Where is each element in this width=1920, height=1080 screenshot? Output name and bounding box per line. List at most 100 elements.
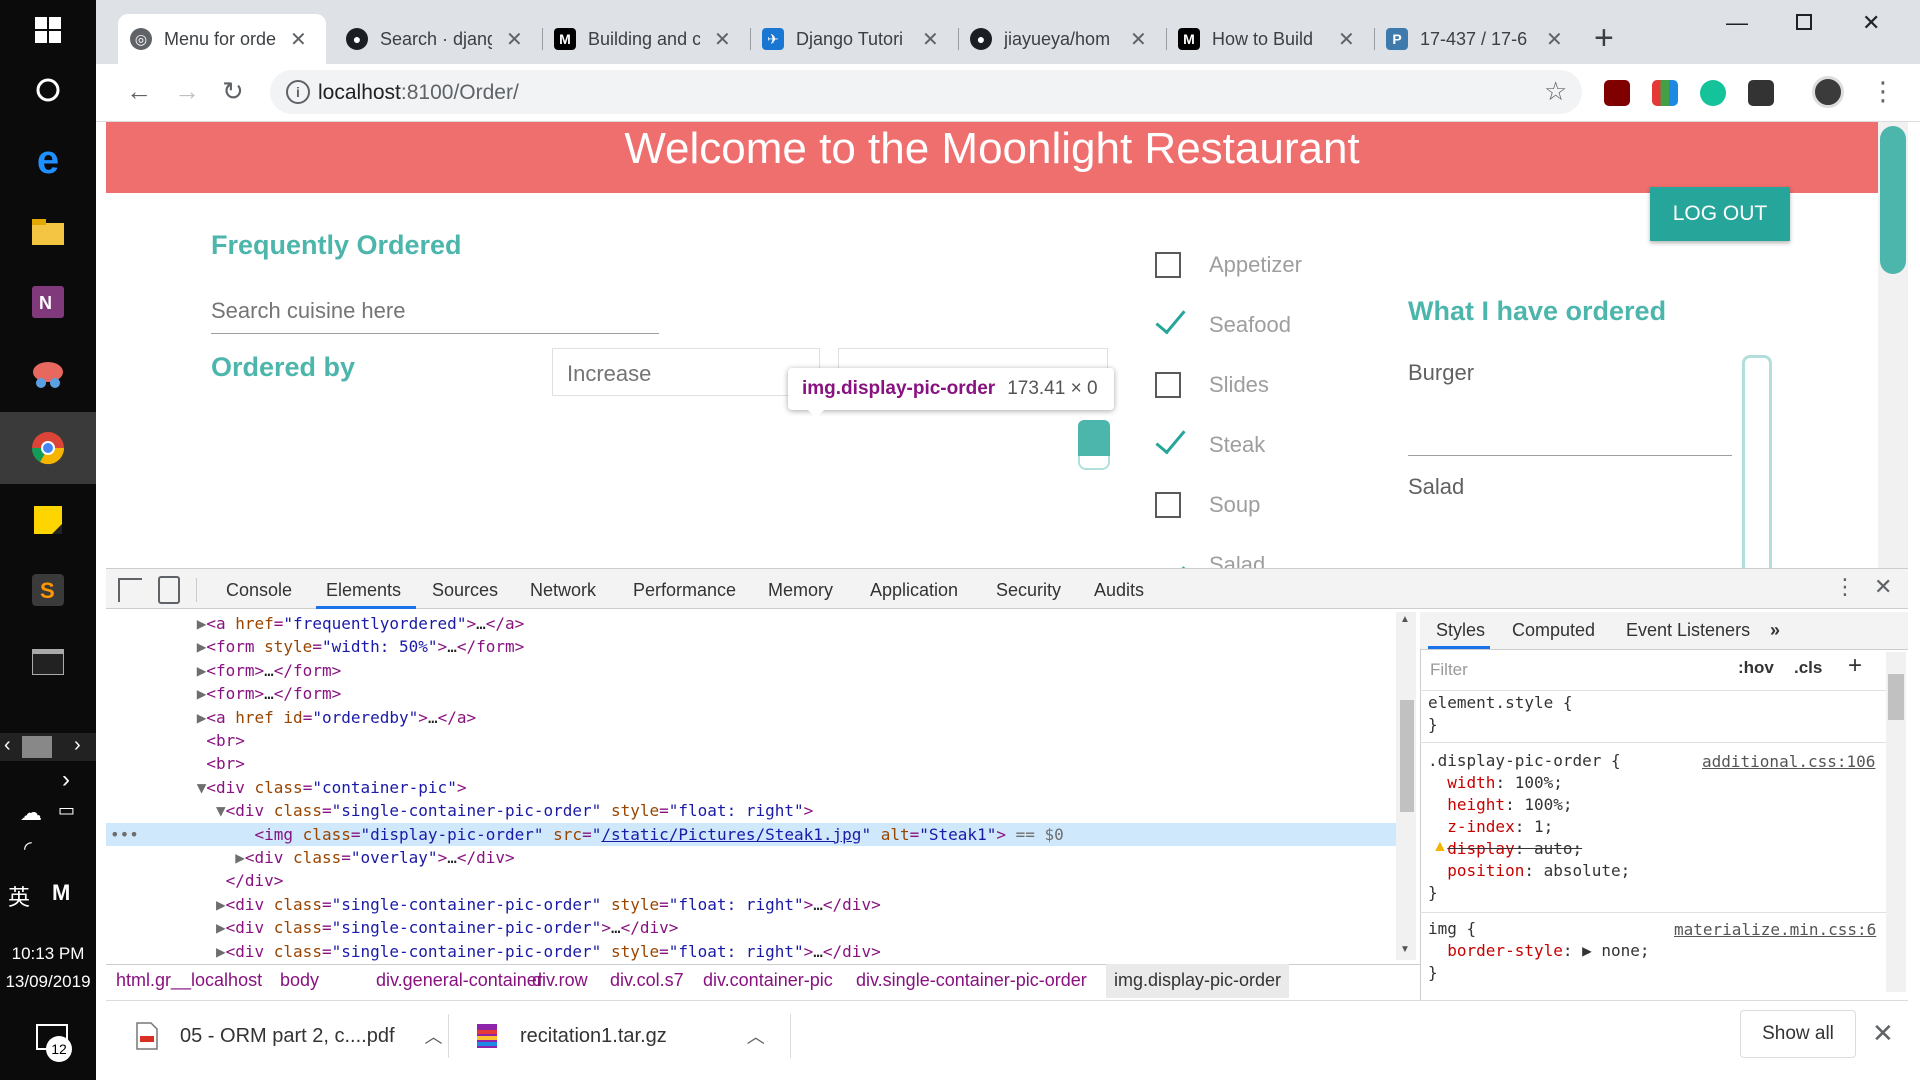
wifi-icon[interactable]: ◜ xyxy=(24,836,32,861)
dom-tree[interactable]: ▶<a href="frequentlyordered">…</a> ▶<for… xyxy=(110,612,1064,963)
chevron-up-icon[interactable]: ︿ xyxy=(425,1023,443,1049)
close-tab-icon[interactable]: ✕ xyxy=(1130,27,1147,52)
breadcrumb-item[interactable]: html.gr__localhost xyxy=(116,970,262,991)
breadcrumb-item[interactable]: div.general-container xyxy=(376,970,543,991)
dom-node[interactable]: ▼<div class="container-pic"> xyxy=(110,778,467,797)
scroll-left-icon[interactable]: ‹ xyxy=(4,734,11,757)
css-prop-value[interactable]: none; xyxy=(1601,941,1649,960)
checkbox-unchecked[interactable] xyxy=(1155,252,1181,278)
window-close-icon[interactable]: ✕ xyxy=(1862,10,1880,36)
reload-icon[interactable]: ↻ xyxy=(222,76,244,107)
ublock-icon[interactable] xyxy=(1604,80,1630,106)
tab-styles[interactable]: Styles xyxy=(1436,620,1485,641)
devtools-close-icon[interactable]: ✕ xyxy=(1874,574,1892,600)
css-prop-name[interactable]: border-style xyxy=(1447,941,1563,960)
onenote-icon[interactable]: N xyxy=(20,274,76,330)
frequently-ordered-link[interactable]: Frequently Ordered xyxy=(211,230,462,261)
chrome-icon[interactable] xyxy=(20,420,76,476)
page-scrollbar-thumb[interactable] xyxy=(1880,126,1906,274)
ime-indicator[interactable]: 英 xyxy=(8,880,30,912)
taskbar-clock[interactable]: 10:13 PM 13/09/2019 xyxy=(0,940,96,996)
inspect-element-icon[interactable] xyxy=(118,578,142,602)
windows-start-icon[interactable] xyxy=(20,2,76,58)
device-toolbar-icon[interactable] xyxy=(158,576,180,604)
dom-node[interactable]: ▶<div class="single-container-pic-order"… xyxy=(110,895,881,914)
forward-arrow-icon[interactable]: → xyxy=(174,76,200,107)
taskbar-scroll[interactable]: ‹ › xyxy=(0,733,96,761)
breadcrumb-item[interactable]: div.col.s7 xyxy=(610,970,684,991)
close-tab-icon[interactable]: ✕ xyxy=(1338,27,1355,52)
ordered-by-link[interactable]: Ordered by xyxy=(211,352,355,383)
tab-audits[interactable]: Audits xyxy=(1094,580,1144,601)
breadcrumb-item[interactable]: div.single-container-pic-order xyxy=(856,970,1087,991)
order-direction-select[interactable]: Increase xyxy=(552,348,820,396)
css-prop-value-overridden[interactable]: auto; xyxy=(1534,839,1582,858)
css-prop-value[interactable]: absolute; xyxy=(1544,861,1631,880)
rule-source-link[interactable]: materialize.min.css:6 xyxy=(1674,920,1876,939)
tab-elements[interactable]: Elements xyxy=(326,580,401,601)
css-prop-value[interactable]: 1; xyxy=(1534,817,1553,836)
styles-scrollbar-thumb[interactable] xyxy=(1888,674,1904,720)
profile-avatar[interactable] xyxy=(1812,76,1844,108)
tab-computed[interactable]: Computed xyxy=(1512,620,1595,641)
scroll-thumb[interactable] xyxy=(22,736,52,758)
dom-node[interactable]: </div> xyxy=(110,871,284,890)
dom-node[interactable]: ▶<div class="overlay">…</div> xyxy=(110,848,514,867)
close-tab-icon[interactable]: ✕ xyxy=(714,27,731,52)
sticky-notes-icon[interactable] xyxy=(20,492,76,548)
search-input[interactable] xyxy=(211,288,659,334)
download-item-pdf[interactable]: 05 - ORM part 2, c....pdf ︿ xyxy=(136,1010,443,1062)
tab-application[interactable]: Application xyxy=(870,580,958,601)
dom-node[interactable]: ▶<form>…</form> xyxy=(110,684,342,703)
rule-source-link[interactable]: additional.css:106 xyxy=(1702,752,1875,771)
dom-node[interactable]: ▼<div class="single-container-pic-order"… xyxy=(110,801,813,820)
css-prop-value[interactable]: 100%; xyxy=(1524,795,1572,814)
onedrive-icon[interactable]: ☁ xyxy=(20,800,42,826)
close-downloads-icon[interactable]: ✕ xyxy=(1872,1018,1894,1049)
file-explorer-icon[interactable] xyxy=(20,204,76,260)
dom-node[interactable]: ▶<a href id="orderedby">…</a> xyxy=(110,708,476,727)
dom-node[interactable]: ▶<a href="frequentlyordered">…</a> xyxy=(110,614,525,633)
grammarly-icon[interactable] xyxy=(1700,80,1726,106)
cortana-icon[interactable] xyxy=(20,62,76,118)
new-tab-plus-icon[interactable]: + xyxy=(1594,18,1614,58)
tab-building[interactable]: M Building and c ✕ xyxy=(542,14,750,64)
tab-security[interactable]: Security xyxy=(996,580,1061,601)
checkbox-unchecked[interactable] xyxy=(1155,372,1181,398)
dom-node[interactable]: <br> xyxy=(110,731,245,750)
ordered-list-scrollbar[interactable] xyxy=(1742,355,1772,575)
tab-sources[interactable]: Sources xyxy=(432,580,498,601)
scroll-down-icon[interactable]: ▼ xyxy=(1400,944,1410,955)
tab-network[interactable]: Network xyxy=(530,580,596,601)
extension-x-icon[interactable] xyxy=(1748,80,1774,106)
snip-sketch-icon[interactable] xyxy=(20,346,76,402)
css-prop-name-overridden[interactable]: display xyxy=(1447,839,1514,858)
edge-icon[interactable]: e xyxy=(20,132,76,188)
tab-search-django[interactable]: ● Search · djang ✕ xyxy=(334,14,542,64)
checkbox-checked[interactable] xyxy=(1155,312,1181,338)
element-style-rule[interactable]: element.style { } xyxy=(1428,692,1573,736)
dom-node[interactable]: ▶<form style="width: 50%">…</form> xyxy=(110,637,525,656)
dom-node[interactable]: ▶<div class="single-container-pic-order"… xyxy=(110,942,881,961)
css-prop-name[interactable]: z-index xyxy=(1447,817,1514,836)
css-prop-value[interactable]: 100%; xyxy=(1515,773,1563,792)
tab-console[interactable]: Console xyxy=(226,580,292,601)
category-steak[interactable]: Steak xyxy=(1155,432,1265,458)
bookmark-star-icon[interactable]: ☆ xyxy=(1544,76,1567,107)
sublime-text-icon[interactable]: S xyxy=(20,562,76,618)
close-tab-icon[interactable]: ✕ xyxy=(290,27,307,52)
css-rule-display-pic-order[interactable]: .display-pic-order { width: 100%; height… xyxy=(1428,750,1630,904)
tab-performance[interactable]: Performance xyxy=(633,580,736,601)
color-picker-extension-icon[interactable] xyxy=(1652,80,1678,106)
url-text[interactable]: localhost:8100/Order/ xyxy=(318,81,519,105)
styles-filter-input[interactable]: Filter xyxy=(1424,652,1724,684)
checkbox-checked[interactable] xyxy=(1155,432,1181,458)
show-all-downloads-button[interactable]: Show all xyxy=(1740,1010,1856,1058)
minimize-icon[interactable]: — xyxy=(1726,10,1748,36)
category-soup[interactable]: Soup xyxy=(1155,492,1260,518)
css-prop-name[interactable]: width xyxy=(1447,773,1495,792)
checkbox-unchecked[interactable] xyxy=(1155,492,1181,518)
show-hidden-icons-chevron-icon[interactable]: › xyxy=(62,766,70,794)
tab-memory[interactable]: Memory xyxy=(768,580,833,601)
tab-event-listeners[interactable]: Event Listeners xyxy=(1626,620,1750,641)
